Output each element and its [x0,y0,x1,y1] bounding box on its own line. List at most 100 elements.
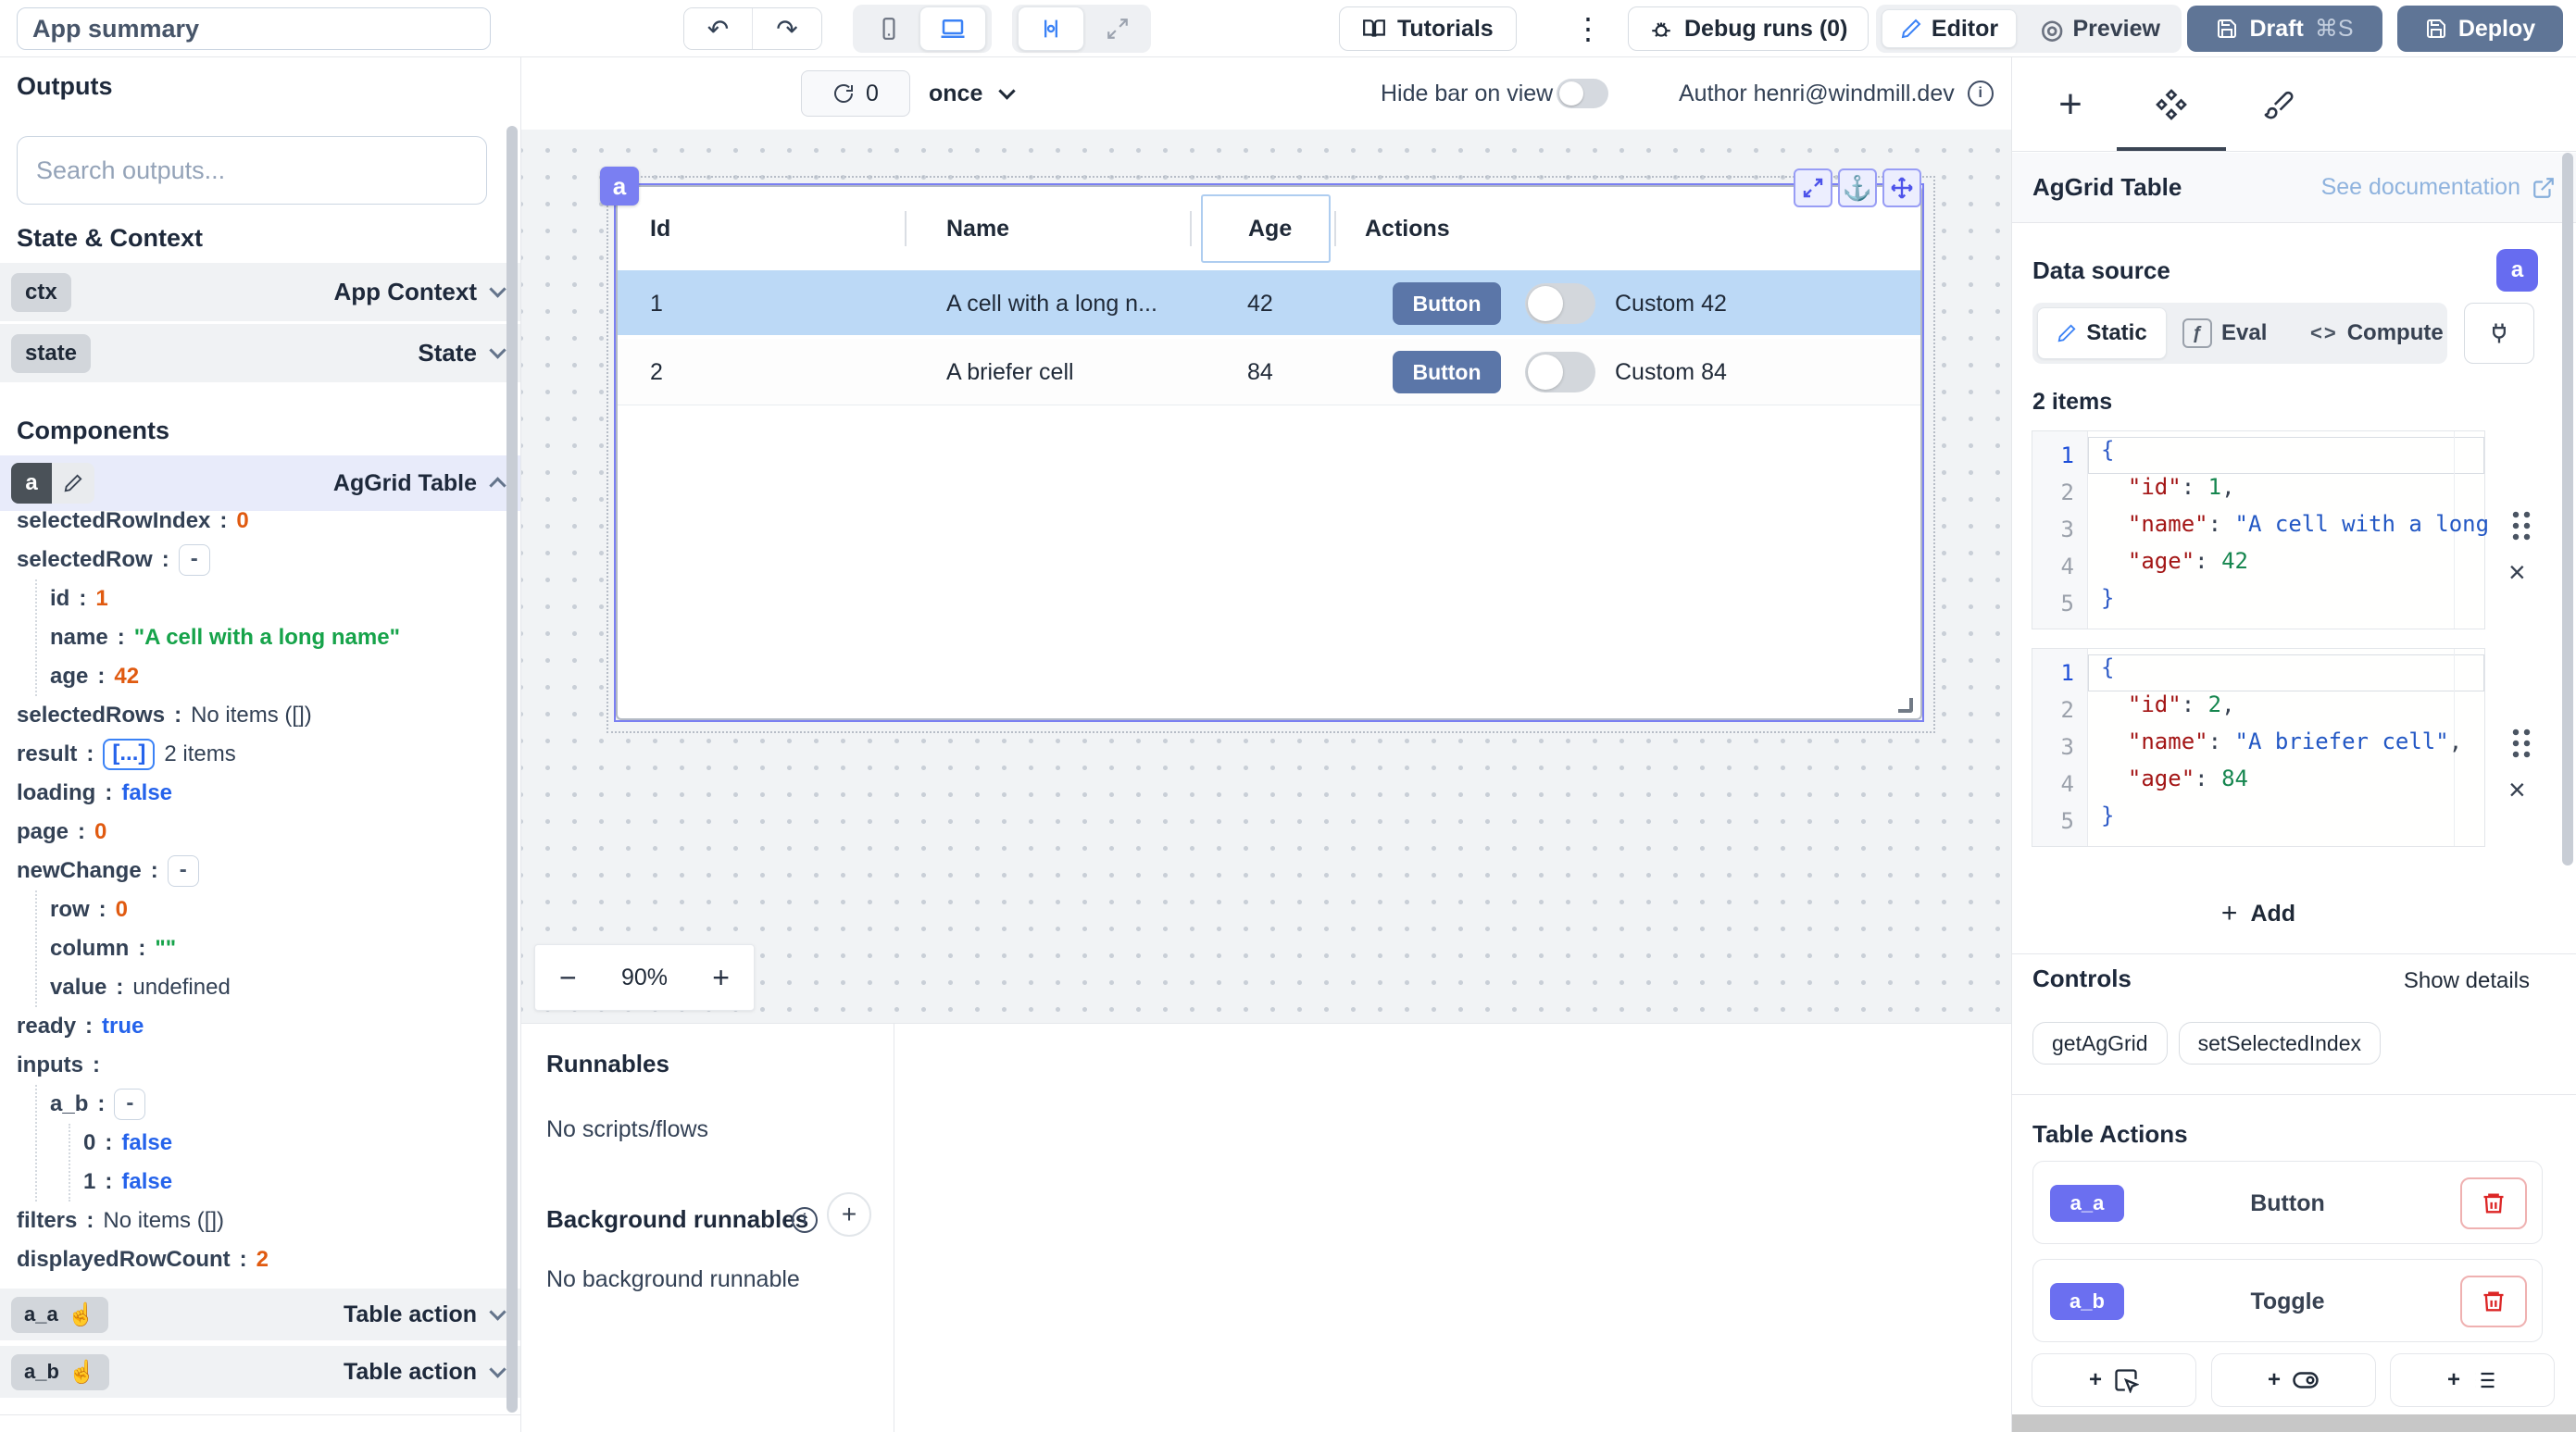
prop-displayedRowCount[interactable]: displayedRowCount:2 [0,1240,505,1279]
prop-id[interactable]: id:1 [0,579,505,618]
prop-selectedRow[interactable]: selectedRow:- [0,541,505,579]
schedule-dropdown[interactable]: once [929,70,1030,117]
preview-tab[interactable]: ◎ Preview [2024,5,2177,53]
drag-handle-icon[interactable] [2510,727,2532,758]
chevron-up-icon [489,477,506,493]
table-action-row-a_b[interactable]: a_b☝ Table action [0,1346,520,1398]
zoom-in-button[interactable]: + [712,961,730,995]
prop-age[interactable]: age:42 [0,657,505,696]
search-outputs-input[interactable] [17,136,487,205]
add-background-runnable-button[interactable]: + [827,1192,871,1237]
column-separator[interactable] [1190,211,1192,246]
json-editor-item-1[interactable]: 1 2 3 4 5 { "id": 1, "name": "A cell wit… [2032,430,2485,629]
row-action-button[interactable]: Button [1393,282,1501,325]
center-align-button[interactable] [1018,6,1084,51]
sidebar-scrollbar[interactable] [506,126,518,1413]
desktop-view-button[interactable] [919,6,986,51]
ctx-row[interactable]: ctx App Context [0,263,520,321]
connect-button[interactable] [2464,303,2534,364]
draft-button[interactable]: Draft ⌘S [2187,6,2382,52]
remove-item-button[interactable]: × [2508,775,2526,804]
prop-ready[interactable]: ready:true [0,1007,505,1046]
component-rename-button[interactable] [52,463,94,504]
delete-action-button[interactable] [2460,1177,2527,1229]
table-row[interactable]: 1 A cell with a long n... 42 Button Cust… [618,270,1920,337]
prop-column[interactable]: column:"" [0,929,505,968]
settings-tab[interactable] [2148,81,2195,128]
table-action-card-a_a[interactable]: Button a_a [2032,1161,2543,1244]
aggrid-table-component[interactable]: Id Name Age Actions 1 A cell with a long… [616,185,1922,720]
redo-button[interactable]: ↷ [753,8,821,49]
refresh-count-button[interactable]: 0 [801,70,910,117]
more-menu-button[interactable]: ⋮ [1568,6,1608,51]
editor-tab[interactable]: Editor [1882,9,2017,48]
drag-handle-icon[interactable] [2510,509,2532,541]
zoom-out-button[interactable]: − [559,961,577,995]
table-action-row-a_a[interactable]: a_a☝ Table action [0,1289,520,1340]
mode-static-button[interactable]: Static [2037,307,2167,359]
mobile-view-button[interactable] [860,8,918,49]
info-icon[interactable]: i [792,1207,818,1233]
panel-horizontal-scrollbar[interactable] [2012,1414,2576,1432]
column-separator[interactable] [905,211,907,246]
column-header-actions[interactable]: Actions [1365,187,1450,270]
hide-bar-toggle[interactable] [1557,79,1608,108]
prop-0[interactable]: 0:false [0,1124,505,1163]
component-move-button[interactable] [1882,168,1921,207]
prop-1[interactable]: 1:false [0,1163,505,1202]
row-toggle[interactable] [1525,283,1595,324]
prop-inputs[interactable]: inputs: [0,1046,505,1085]
panel-scrollbar[interactable] [2562,153,2573,865]
component-expand-button[interactable] [1794,168,1832,207]
json-editor-item-2[interactable]: 1 2 3 4 5 { "id": 2, "name": "A briefer … [2032,648,2485,847]
insert-tab[interactable]: + [2047,81,2094,128]
component-anchor-button[interactable]: ⚓ [1838,168,1877,207]
prop-value[interactable]: value:undefined [0,968,505,1007]
prop-loading[interactable]: loading:false [0,774,505,813]
add-button-action[interactable]: + [2032,1353,2196,1407]
delete-action-button[interactable] [2460,1276,2527,1327]
tutorials-button[interactable]: Tutorials [1339,6,1517,51]
resize-handle[interactable] [1898,698,1913,713]
table-row[interactable]: 2 A briefer cell 84 Button Custom 84 [618,339,1920,405]
prop-row[interactable]: row:0 [0,890,505,929]
mode-compute-button[interactable]: <> Compute [2310,303,2444,364]
toggle-knob [1528,286,1563,321]
show-details-link[interactable]: Show details [2404,968,2530,994]
prop-selectedRows[interactable]: selectedRows:No items ([]) [0,696,505,735]
undo-button[interactable]: ↶ [684,8,753,49]
remove-item-button[interactable]: × [2508,557,2526,587]
prop-selectedRowIndex[interactable]: selectedRowIndex:0 [0,502,505,541]
deploy-button[interactable]: Deploy [2397,6,2563,52]
add-select-action[interactable]: + [2390,1353,2555,1407]
app-canvas[interactable]: a ⚓ Id Name Age Actions 1 A cell with [521,130,2011,1023]
see-documentation-link[interactable]: See documentation [2321,174,2556,201]
column-header-name[interactable]: Name [946,187,1009,270]
fullscreen-button[interactable] [1090,8,1145,49]
column-header-age[interactable]: Age [1248,187,1292,270]
prop-result[interactable]: result:[...]2 items [0,735,505,774]
prop-a_b[interactable]: a_b:- [0,1085,505,1124]
prop-page[interactable]: page:0 [0,813,505,852]
prop-filters[interactable]: filters:No items ([]) [0,1202,505,1240]
prop-newChange[interactable]: newChange:- [0,852,505,890]
app-summary-input[interactable] [17,7,491,50]
setselectedindex-button[interactable]: setSelectedIndex [2179,1022,2381,1065]
components-icon [2155,88,2188,121]
undo-redo-group: ↶ ↷ [683,7,822,50]
info-icon[interactable]: i [1968,81,1994,106]
cell-custom: Custom 84 [1615,339,1727,405]
debug-runs-button[interactable]: Debug runs (0) [1628,6,1869,51]
column-separator[interactable] [1334,211,1336,246]
add-toggle-action[interactable]: + [2211,1353,2376,1407]
add-item-button[interactable]: + Add [2032,892,2485,935]
mode-eval-button[interactable]: ƒ Eval [2182,303,2267,364]
row-action-button[interactable]: Button [1393,351,1501,393]
column-header-id[interactable]: Id [650,187,670,270]
table-action-card-a_b[interactable]: Toggle a_b [2032,1259,2543,1342]
prop-name[interactable]: name:"A cell with a long name" [0,618,505,657]
state-row[interactable]: state State [0,324,520,382]
theme-tab[interactable] [2256,81,2302,128]
getaggrid-button[interactable]: getAgGrid [2032,1022,2168,1065]
row-toggle[interactable] [1525,352,1595,392]
